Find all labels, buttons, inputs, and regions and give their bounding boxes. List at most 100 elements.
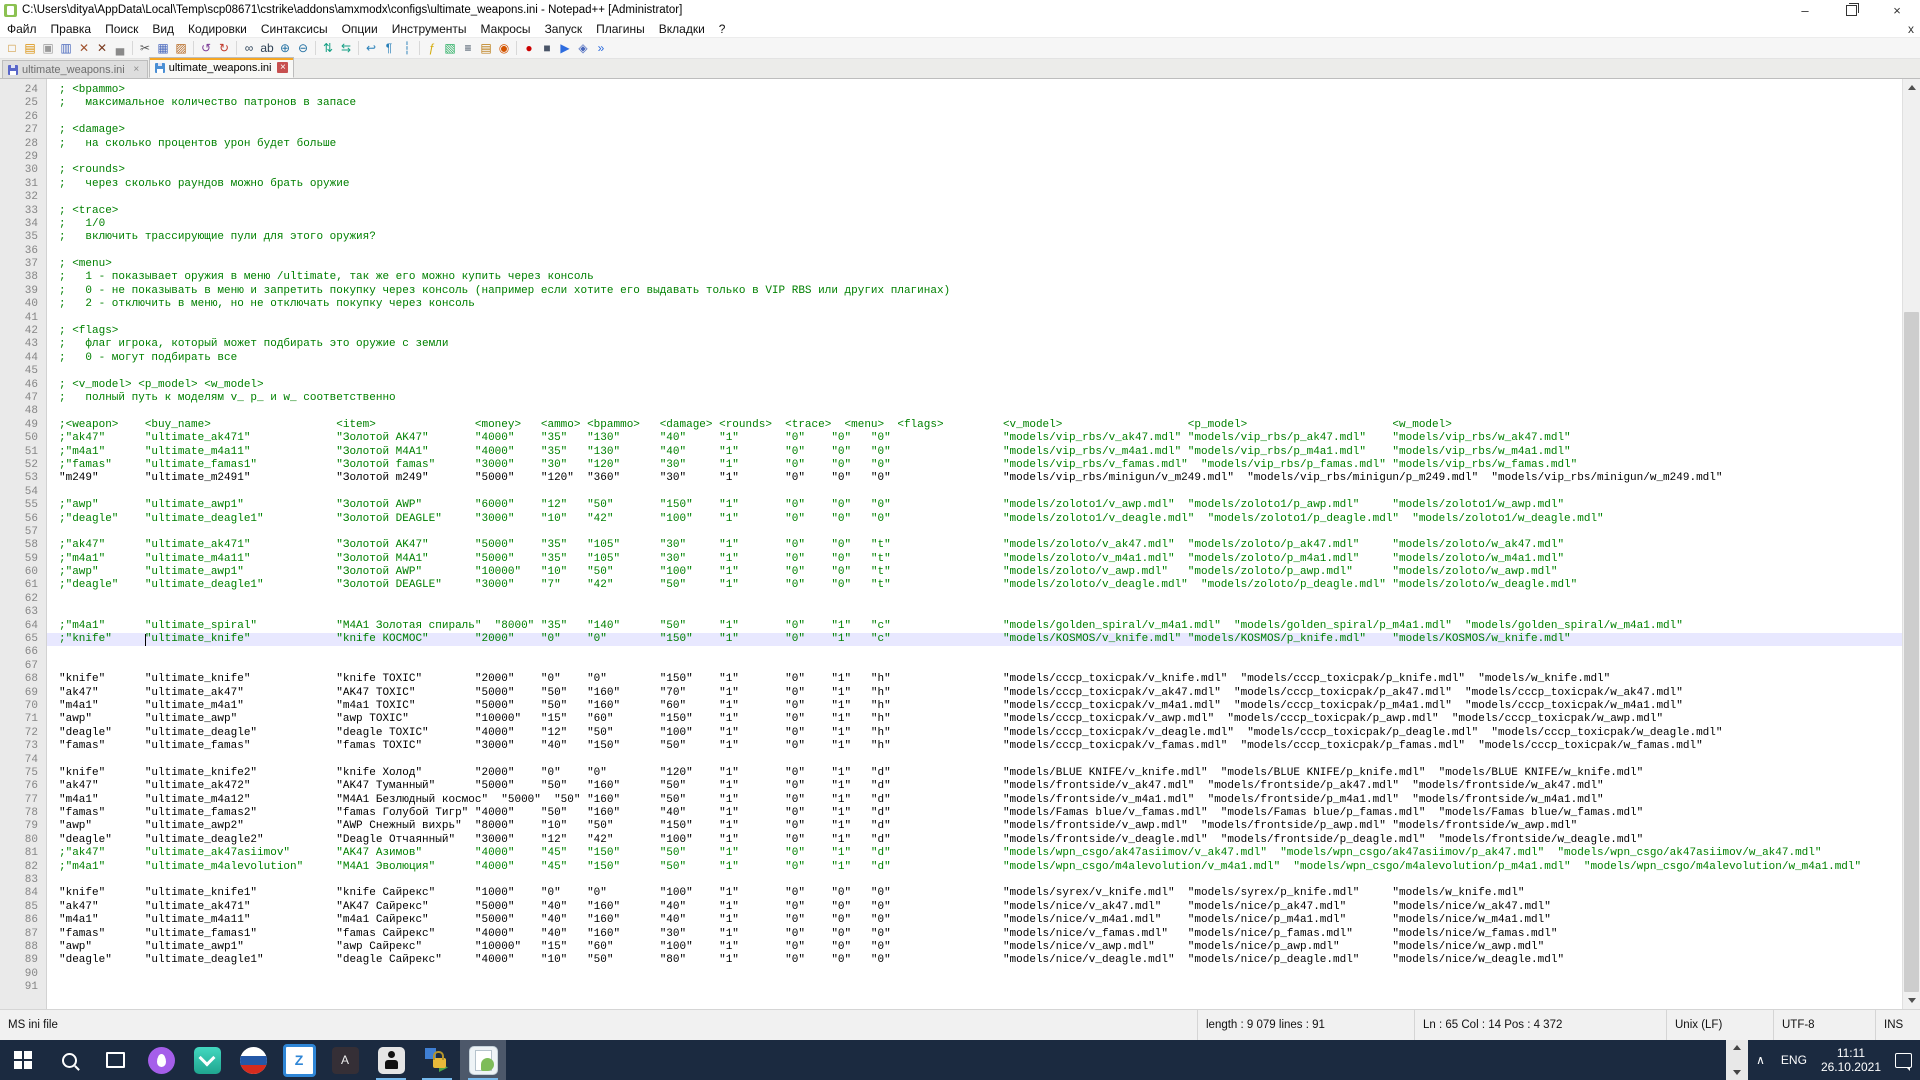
taskbar-app-z-button[interactable]: Z (276, 1040, 322, 1080)
tab-close-icon[interactable]: × (277, 62, 288, 73)
menu-item-7[interactable]: Опции (335, 22, 385, 36)
maximize-button[interactable] (1828, 0, 1874, 20)
comment-line[interactable]: ; <damage> (47, 124, 1902, 137)
code-area[interactable]: ; <bpammo>; максимальное количество патр… (47, 79, 1902, 1009)
comment-line[interactable]: ; флаг игрока, который может подбирать э… (47, 338, 1902, 351)
hidden-icons-chevron[interactable]: ∧ (1748, 1040, 1773, 1080)
config-line[interactable]: "knife" "ultimate_knife1" "knife Сайрекс… (47, 887, 1902, 900)
taskbar-toolbar-scroll[interactable] (1726, 1040, 1748, 1080)
menu-item-5[interactable]: Кодировки (181, 22, 254, 36)
taskbar-app-teal-messenger-button[interactable] (184, 1040, 230, 1080)
comment-line[interactable]: ; 1 - показывает оружия в меню /ultimate… (47, 271, 1902, 284)
open-file-icon[interactable]: ▤ (21, 40, 39, 57)
paste-icon[interactable]: ▨ (172, 40, 190, 57)
close-all-icon[interactable]: ✕ (93, 40, 111, 57)
config-line[interactable]: "ak47" "ultimate_ak472" "AK47 Туманный" … (47, 780, 1902, 793)
config-line[interactable]: "awp" "ultimate_awp1" "awp Сайрекс" "100… (47, 941, 1902, 954)
taskbar-app-padlock-transfer-button[interactable] (414, 1040, 460, 1080)
sync-horizontal-scroll-icon[interactable]: ⇆ (337, 40, 355, 57)
config-line[interactable]: "ak47" "ultimate_ak471" "AK47 Сайрекс" "… (47, 901, 1902, 914)
blank-line[interactable] (47, 151, 1902, 164)
comment-line[interactable]: ;"famas" "ultimate_famas1" "Золотой fama… (47, 459, 1902, 472)
comment-line[interactable]: ;"ak47" "ultimate_ak47asiimov" "AK47 Ази… (47, 847, 1902, 860)
macro-record-icon[interactable]: ● (520, 40, 538, 57)
macro-play-icon[interactable]: ▶ (556, 40, 574, 57)
tab-2[interactable]: ultimate_weapons.ini× (149, 57, 295, 78)
comment-line[interactable]: ; через сколько раундов можно брать оруж… (47, 178, 1902, 191)
blank-line[interactable] (47, 660, 1902, 673)
config-line[interactable]: "awp" "ultimate_awp" "awp TOXIC" "10000"… (47, 713, 1902, 726)
scroll-down-arrow[interactable] (1903, 992, 1920, 1009)
close-file-icon[interactable]: ✕ (75, 40, 93, 57)
blank-line[interactable] (47, 968, 1902, 981)
status-encoding[interactable]: UTF-8 (1773, 1010, 1875, 1040)
notification-center-button[interactable] (1887, 1040, 1920, 1080)
close-button[interactable]: × (1874, 0, 1920, 20)
config-line[interactable]: "deagle" "ultimate_deagle1" "deagle Сайр… (47, 954, 1902, 967)
comment-line[interactable]: ; <rounds> (47, 164, 1902, 177)
status-eol-format[interactable]: Unix (LF) (1666, 1010, 1773, 1040)
taskbar-app-russian-flag-button[interactable] (230, 1040, 276, 1080)
blank-line[interactable] (47, 646, 1902, 659)
blank-line[interactable] (47, 405, 1902, 418)
config-line[interactable]: "ak47" "ultimate_ak47" "AK47 TOXIC" "500… (47, 687, 1902, 700)
copy-icon[interactable]: ▦ (154, 40, 172, 57)
taskbar-app-notepadpp-button[interactable] (460, 1040, 506, 1080)
blank-line[interactable] (47, 111, 1902, 124)
config-line[interactable]: "famas" "ultimate_famas1" "famas Сайрекс… (47, 928, 1902, 941)
menu-item-2[interactable]: Правка (44, 22, 99, 36)
cut-icon[interactable]: ✂ (136, 40, 154, 57)
comment-line[interactable]: ;"ak47" "ultimate_ak471" "Золотой AK47" … (47, 432, 1902, 445)
comment-line[interactable]: ; <trace> (47, 205, 1902, 218)
function-list-icon[interactable]: ƒ (423, 40, 441, 57)
blank-line[interactable] (47, 593, 1902, 606)
indent-guide-icon[interactable]: ┆ (398, 40, 416, 57)
language-indicator[interactable]: ENG (1773, 1040, 1815, 1080)
comment-line[interactable]: ; максимальное количество патронов в зап… (47, 97, 1902, 110)
new-file-icon[interactable]: □ (3, 40, 21, 57)
menu-item-4[interactable]: Вид (145, 22, 181, 36)
save-all-icon[interactable]: ▥ (57, 40, 75, 57)
config-line[interactable]: "m4a1" "ultimate_m4a1" "m4a1 TOXIC" "500… (47, 700, 1902, 713)
tab-close-icon[interactable]: × (131, 64, 142, 75)
menu-item-13[interactable]: ? (712, 22, 733, 36)
save-file-icon[interactable]: ▣ (39, 40, 57, 57)
comment-line[interactable]: ;"m4a1" "ultimate_m4a11" "Золотой M4A1" … (47, 446, 1902, 459)
comment-line[interactable]: ; 1/0 (47, 218, 1902, 231)
blank-line[interactable] (47, 526, 1902, 539)
tab-1[interactable]: ultimate_weapons.ini× (2, 60, 148, 78)
comment-line[interactable]: ;"deagle" "ultimate_deagle1" "Золотой DE… (47, 513, 1902, 526)
blank-line[interactable] (47, 486, 1902, 499)
find-icon[interactable]: ∞ (240, 40, 258, 57)
macro-run-multiple-icon[interactable]: » (592, 40, 610, 57)
taskbar-app-purple-drop-button[interactable] (138, 1040, 184, 1080)
config-line[interactable]: "deagle" "ultimate_deagle2" "Deagle Отча… (47, 834, 1902, 847)
comment-line[interactable]: ;"ak47" "ultimate_ak471" "Золотой AK47" … (47, 539, 1902, 552)
comment-line[interactable]: ;<weapon> <buy_name> <item> <money> <amm… (47, 419, 1902, 432)
comment-line[interactable]: ; 0 - могут подбирать все (47, 352, 1902, 365)
blank-line[interactable] (47, 312, 1902, 325)
comment-line[interactable]: ;"deagle" "ultimate_deagle1" "Золотой DE… (47, 579, 1902, 592)
config-line[interactable]: "famas" "ultimate_famas" "famas TOXIC" "… (47, 740, 1902, 753)
comment-line[interactable]: ;"m4a1" "ultimate_m4alevolution" "M4A1 Э… (47, 861, 1902, 874)
blank-line[interactable] (47, 606, 1902, 619)
document-map-icon[interactable]: ▧ (441, 40, 459, 57)
menu-item-12[interactable]: Вкладки (652, 22, 712, 36)
comment-line[interactable]: ;"m4a1" "ultimate_m4a11" "Золотой M4A1" … (47, 553, 1902, 566)
blank-line[interactable] (47, 981, 1902, 994)
zoom-out-icon[interactable]: ⊖ (294, 40, 312, 57)
undo-icon[interactable]: ↺ (197, 40, 215, 57)
config-line[interactable]: "knife" "ultimate_knife" "knife TOXIC" "… (47, 673, 1902, 686)
redo-icon[interactable]: ↻ (215, 40, 233, 57)
show-all-characters-icon[interactable]: ¶ (380, 40, 398, 57)
config-line[interactable]: "m249" "ultimate_m2491" "Золотой m249" "… (47, 472, 1902, 485)
taskbar-app-aimp-button[interactable]: A (322, 1040, 368, 1080)
config-line[interactable]: "m4a1" "ultimate_m4a11" "m4a1 Сайрекс" "… (47, 914, 1902, 927)
config-line[interactable]: "famas" "ultimate_famas2" "famas Голубой… (47, 807, 1902, 820)
sync-vertical-scroll-icon[interactable]: ⇅ (319, 40, 337, 57)
comment-line[interactable]: ; <bpammo> (47, 84, 1902, 97)
menu-item-9[interactable]: Макросы (474, 22, 538, 36)
blank-line[interactable] (47, 365, 1902, 378)
clock[interactable]: 11:11 26.10.2021 (1815, 1040, 1887, 1080)
zoom-in-icon[interactable]: ⊕ (276, 40, 294, 57)
